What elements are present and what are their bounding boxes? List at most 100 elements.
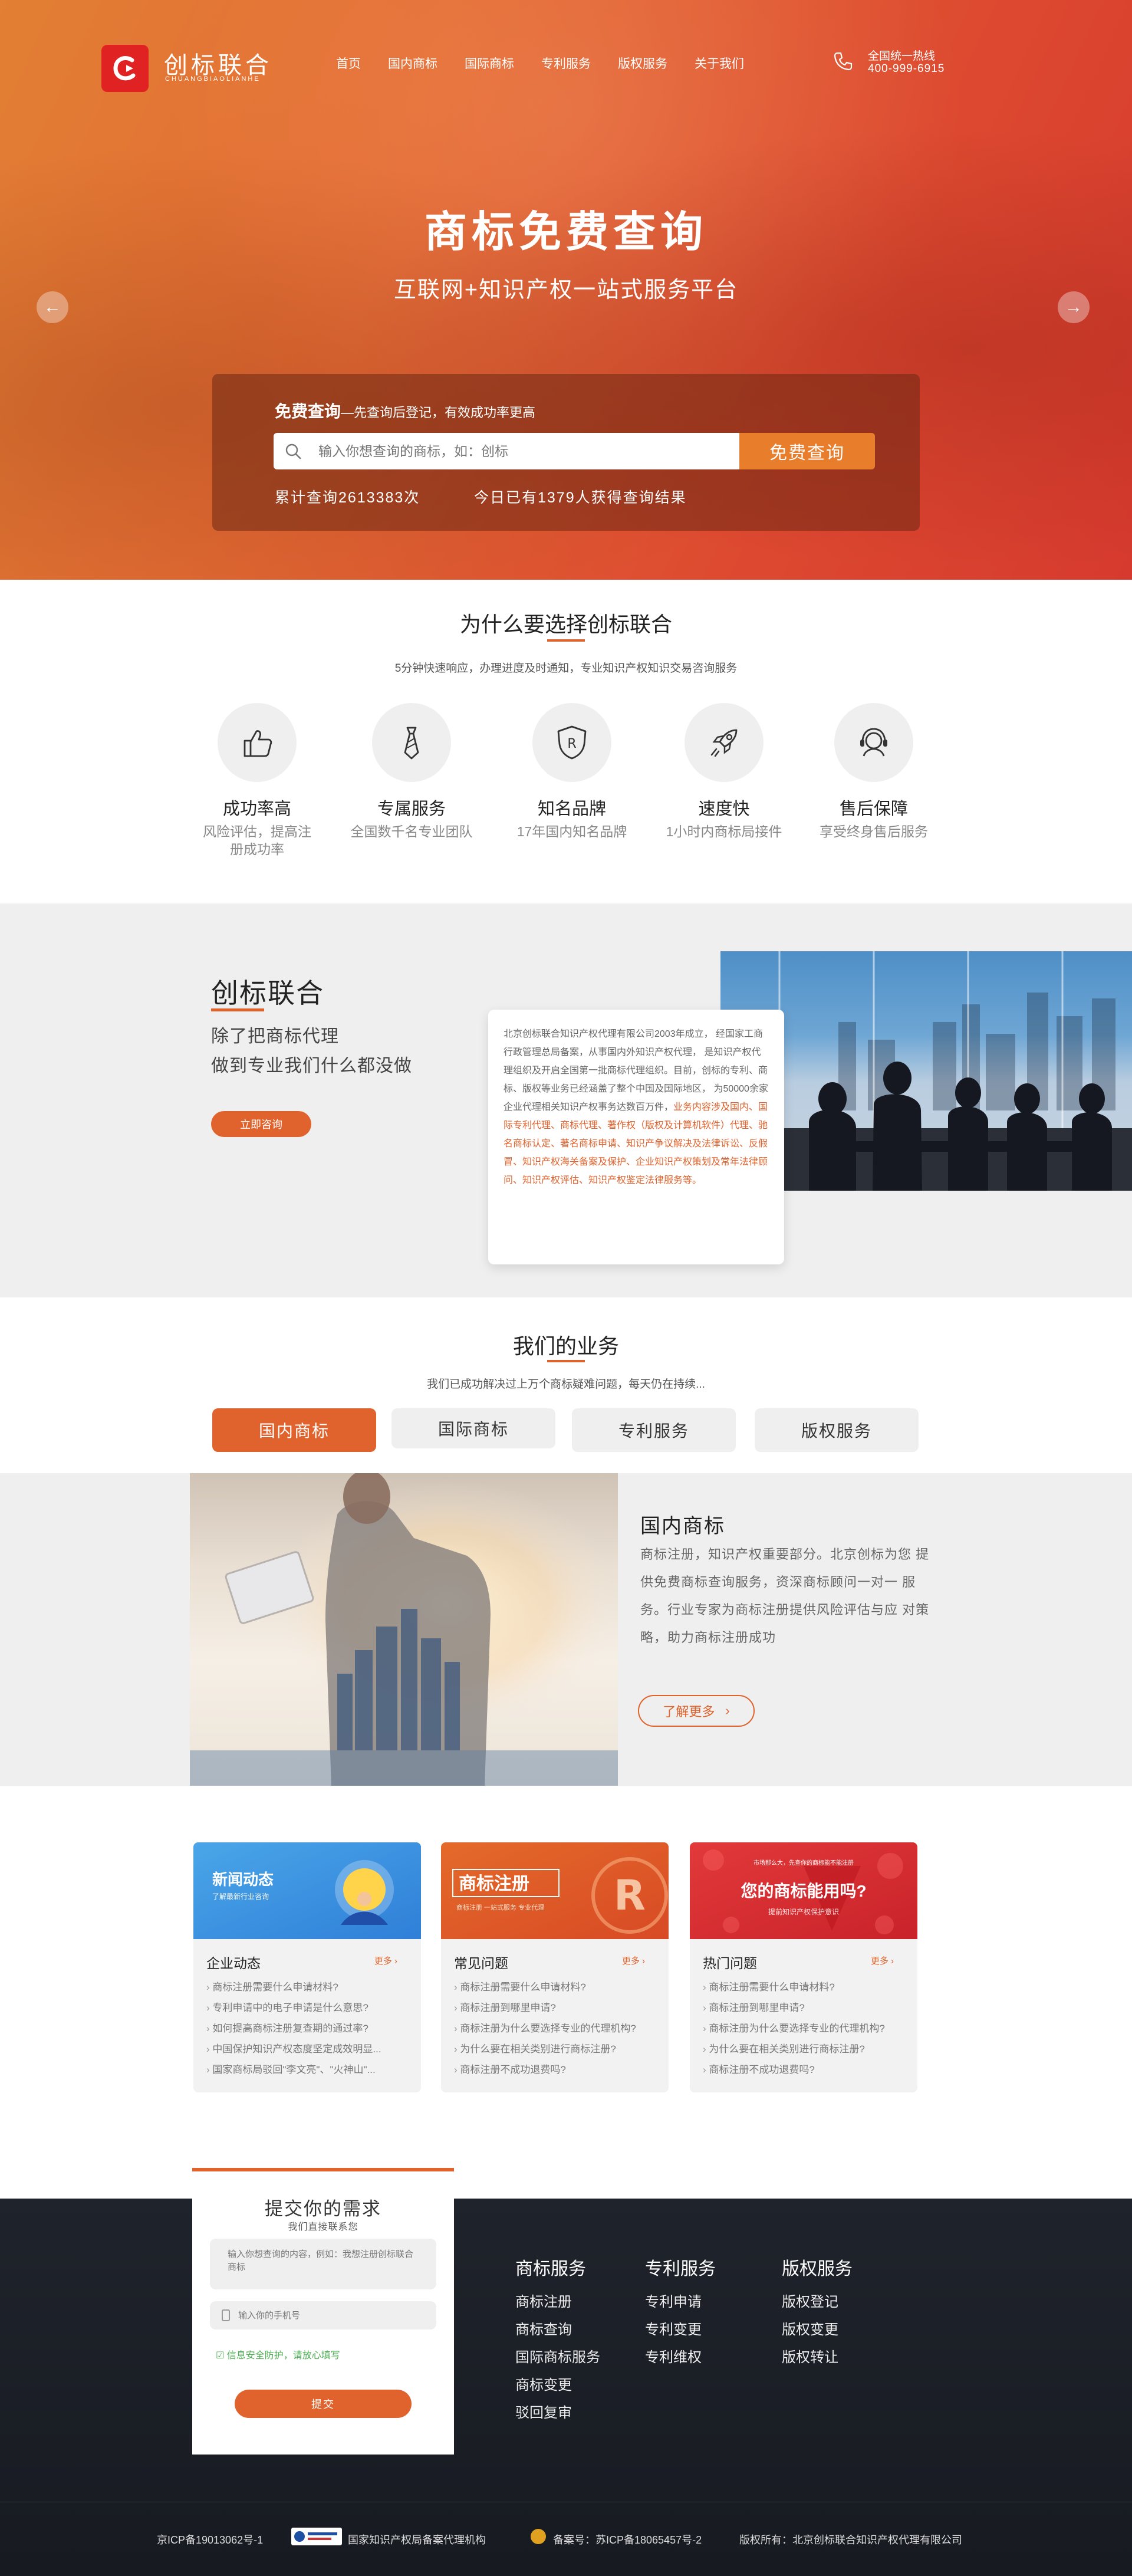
news-card-title: 企业动态 (206, 1956, 261, 1971)
icp-record[interactable]: 京ICP备19013062号-1 (157, 2532, 263, 2547)
nav-copyright[interactable]: 版权服务 (618, 54, 667, 72)
beian-record[interactable]: 备案号：苏ICP备18065457号-2 (553, 2532, 702, 2547)
news-item[interactable]: 国家商标局驳回"李文亮"、"火神山"... (206, 2059, 409, 2080)
news-item[interactable]: 中国保护知识产权态度坚定成效明显... (206, 2039, 409, 2059)
tab-domestic-trademark[interactable]: 国内商标 (212, 1408, 376, 1452)
news-item[interactable]: 商标注册到哪里申请? (703, 1997, 906, 2018)
hero-subtitle: 互联网+知识产权一站式服务平台 (393, 278, 739, 303)
news-item[interactable]: 商标注册为什么要选择专业的代理机构? (703, 2018, 906, 2039)
news-banner-sub: 商标注册 一站式服务 专业代理 (456, 1903, 544, 1911)
nav-international-trademark[interactable]: 国际商标 (465, 54, 514, 72)
tab-international-trademark[interactable]: 国际商标 (391, 1408, 555, 1448)
news-more-link[interactable]: 更多 › (622, 1954, 645, 1967)
footer-col-patent: 专利服务 专利申请 专利变更 专利维权 (645, 2254, 716, 2371)
news-item[interactable]: 商标注册需要什么申请材料? (703, 1977, 906, 1997)
search-field[interactable] (274, 433, 739, 469)
tab-patent-service[interactable]: 专利服务 (572, 1408, 736, 1452)
tab-copyright-service[interactable]: 版权服务 (755, 1408, 919, 1452)
why-item-title: 成功率高 (222, 800, 291, 819)
footer-link[interactable]: 专利变更 (645, 2316, 716, 2344)
phone-icon (834, 52, 853, 71)
why-title: 为什么要选择创标联合 (459, 612, 672, 636)
why-title-bar (547, 639, 585, 642)
footer-link[interactable]: 商标注册 (515, 2288, 600, 2316)
form-subtitle: 我们直接联系您 (288, 2222, 358, 2232)
hero-title: 商标免费查询 (424, 209, 708, 256)
nav-patent[interactable]: 专利服务 (541, 54, 591, 72)
shield-check-icon: ☑ (216, 2351, 225, 2361)
phone-input[interactable] (238, 2308, 427, 2322)
footer-link[interactable]: 版权转让 (782, 2344, 853, 2371)
arrow-right-icon: → (1065, 297, 1082, 317)
nav-about[interactable]: 关于我们 (695, 54, 744, 72)
thumbs-up-icon (218, 703, 297, 782)
footer-link[interactable]: 国际商标服务 (515, 2344, 600, 2371)
news-banner-top: 市场那么大，先查你的商标能不能注册 (753, 1859, 854, 1867)
footer-col-title: 专利服务 (645, 2259, 716, 2279)
police-badge-icon (531, 2529, 546, 2544)
about-intro-highlight: 业务内容涉及国内、国际专利代理、商标代理、著作权（版权及计算机软件）代理、驰名商… (504, 1102, 768, 1185)
news-item[interactable]: 商标注册到哪里申请? (454, 1997, 657, 2018)
news-item[interactable]: 如何提高商标注册复查期的通过率? (206, 2018, 409, 2039)
news-card-hot: 市场那么大，先查你的商标能不能注册 您的商标能用吗? 提前知识产权保护意识 热门… (690, 1842, 917, 2092)
footer-link[interactable]: 版权变更 (782, 2316, 853, 2344)
nav-domestic-trademark[interactable]: 国内商标 (388, 54, 437, 72)
news-more-label: 更多 (374, 1956, 392, 1966)
about-title-bar (211, 1008, 264, 1011)
news-item[interactable]: 商标注册不成功退费吗? (703, 2059, 906, 2080)
search-heading-rest: —先查询后登记，有效成功率更高 (341, 405, 536, 420)
security-note: ☑ 信息安全防护，请放心填写 (216, 2347, 340, 2361)
request-textarea[interactable] (210, 2239, 436, 2289)
brand-logo-icon[interactable] (101, 45, 149, 92)
phone-field[interactable] (210, 2301, 436, 2329)
agency-record: 国家知识产权局备案代理机构 (348, 2534, 486, 2546)
business-title: 我们的业务 (512, 1334, 619, 1358)
why-item-service: 专属服务 全国数千名专业团队 (347, 703, 476, 841)
news-item[interactable]: 商标注册不成功退费吗? (454, 2059, 657, 2080)
search-button[interactable]: 免费查询 (739, 433, 875, 469)
news-item[interactable]: 商标注册需要什么申请材料? (206, 1977, 409, 1997)
why-desc: 5分钟快速响应，办理进度及时通知，专业知识产权知识交易咨询服务 (394, 662, 738, 675)
news-item[interactable]: 为什么要在相关类别进行商标注册? (703, 2039, 906, 2059)
search-total-count: 累计查询2613383次 (275, 489, 420, 506)
about-intro-text: 北京创标联合知识产权代理有限公司2003年成立， 经国家工商行政管理总局备案，从… (504, 1029, 768, 1112)
why-item-brand: R 知名品牌 17年国内知名品牌 (507, 703, 637, 841)
footer-link[interactable]: 版权登记 (782, 2288, 853, 2316)
news-card-company: 新闻动态 了解最新行业咨询 企业动态 更多 › 商标注册需要什么申请材料? 专利… (193, 1842, 421, 2092)
news-banner-title: 新闻动态 (212, 1871, 274, 1888)
learn-more-button[interactable]: 了解更多 › (638, 1695, 755, 1727)
consult-button[interactable]: 立即咨询 (211, 1111, 311, 1137)
request-form: 提交你的需求 我们直接联系您 ☑ 信息安全防护，请放心填写 提交 (192, 2168, 454, 2455)
business-panel-text: 商标注册，知识产权重要部分。北京创标为您 提供免费商标查询服务，资深商标顾问一对… (640, 1547, 930, 1645)
news-more-link[interactable]: 更多 › (871, 1954, 894, 1967)
news-more-link[interactable]: 更多 › (374, 1954, 397, 1967)
why-item-title: 专属服务 (377, 800, 446, 819)
about-title: 创标联合 (211, 978, 324, 1008)
tie-icon (372, 703, 451, 782)
brand-name-en: CHUANGBIAOLIANHE (165, 75, 261, 83)
carousel-prev-button[interactable]: ← (37, 291, 68, 323)
nav-home[interactable]: 首页 (336, 54, 361, 72)
shield-r-icon: R (532, 703, 611, 782)
form-title: 提交你的需求 (265, 2199, 381, 2219)
news-banner-image: R 商标注册 商标注册 一站式服务 专业代理 (441, 1842, 669, 1939)
submit-button[interactable]: 提交 (235, 2390, 412, 2418)
footer-col-copyright: 版权服务 版权登记 版权变更 版权转让 (782, 2254, 853, 2371)
news-item[interactable]: 商标注册为什么要选择专业的代理机构? (454, 2018, 657, 2039)
footer-link[interactable]: 专利维权 (645, 2344, 716, 2371)
search-input[interactable] (318, 441, 731, 461)
news-item[interactable]: 专利申请中的电子申请是什么意思? (206, 1997, 409, 2018)
news-item[interactable]: 为什么要在相关类别进行商标注册? (454, 2039, 657, 2059)
business-desc: 我们已成功解决过上万个商标疑难问题，每天仍在持续... (427, 1378, 705, 1391)
footer-link[interactable]: 商标查询 (515, 2316, 600, 2344)
news-item[interactable]: 商标注册需要什么申请材料? (454, 1977, 657, 1997)
footer-link[interactable]: 驳回复审 (515, 2399, 600, 2427)
footer-link[interactable]: 专利申请 (645, 2288, 716, 2316)
search-heading: 免费查询—先查询后登记，有效成功率更高 (275, 399, 535, 422)
hero-banner: 创标联合 CHUANGBIAOLIANHE 首页 国内商标 国际商标 专利服务 … (0, 0, 1132, 580)
news-banner-image: 新闻动态 了解最新行业咨询 (193, 1842, 421, 1939)
footer-link[interactable]: 商标变更 (515, 2371, 600, 2399)
why-item-title: 知名品牌 (537, 800, 606, 819)
copyright-text: 版权所有：北京创标联合知识产权代理有限公司 (739, 2534, 962, 2546)
carousel-next-button[interactable]: → (1058, 291, 1090, 323)
